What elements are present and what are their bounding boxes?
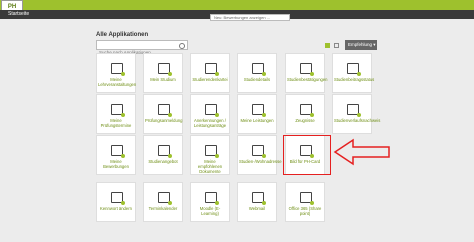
app-tile[interactable]: Mein Studium: [143, 53, 183, 93]
report-icon: [300, 104, 314, 117]
home-icon: [252, 145, 266, 158]
app-tile[interactable]: Meine Bewerbungen: [96, 135, 136, 175]
app-tile-label: Mein Studium: [150, 77, 176, 82]
id-card-icon: [205, 63, 219, 76]
moodle-icon: [205, 192, 219, 205]
app-tile[interactable]: Webmail: [237, 182, 277, 222]
desk-icon: [158, 63, 172, 76]
app-tile-label: Studienbeitragsstatus: [334, 77, 375, 82]
app-tile-label: Studienverlaufsnachweis: [334, 118, 381, 123]
easel-icon: [111, 63, 125, 76]
calendar-17-icon: [158, 192, 172, 205]
certificate-icon: [300, 63, 314, 76]
app-tile-label: Meine Lehrveranstaltungen: [98, 77, 137, 87]
search-field[interactable]: [96, 40, 188, 57]
app-tile-label: Studien-/Wohnadresse: [239, 159, 282, 164]
app-tile-label: Prüfungsanmeldung: [145, 118, 183, 123]
app-tile[interactable]: Kennwort ändern: [96, 182, 136, 222]
app-tile-label: Meine Bewerbungen: [103, 159, 129, 169]
app-tile-label: Terminkalender: [148, 206, 178, 211]
grades-icon: [252, 104, 266, 117]
mail-icon: [252, 192, 266, 205]
app-tile-label: Studienbestätigungen: [287, 77, 328, 82]
app-tile[interactable]: Meine Lehrveranstaltungen: [96, 53, 136, 93]
app-tile-label: Meine empfohlenen Dokumente: [197, 159, 223, 174]
app-tile-label: Kennwort ändern: [100, 206, 132, 211]
transcript-icon: [347, 104, 361, 117]
swap-icon: [205, 104, 219, 117]
app-tile-label: Studiendetails: [243, 77, 271, 82]
app-tile[interactable]: Prüfungsanmeldung: [143, 94, 183, 134]
app-tile-label: Office 365 (Share point): [288, 206, 322, 216]
app-tile[interactable]: Moodle (E-Learning): [190, 182, 230, 222]
office-icon: [300, 192, 314, 205]
app-tile[interactable]: Meine Leistungen: [237, 94, 277, 134]
catalog-icon: [158, 145, 172, 158]
page-title: Alle Applikationen: [96, 32, 149, 38]
search-icon[interactable]: [179, 43, 185, 49]
app-tile[interactable]: Studienangebot: [143, 135, 183, 175]
lock-icon: [111, 192, 125, 205]
documents-icon: [205, 145, 219, 158]
app-tile-label: Meine Prüfungstermine: [100, 118, 132, 128]
app-tile-label: Studienangebot: [148, 159, 178, 164]
highlight-box: [283, 135, 331, 175]
app-tile[interactable]: Studienbeitragsstatus: [332, 53, 375, 93]
app-tile[interactable]: Studienverlaufsnachweis: [332, 94, 381, 134]
app-tile[interactable]: Studiendetails: [237, 53, 277, 93]
app-tile[interactable]: Anerkennungen / Leistungsanträge: [190, 94, 230, 134]
exam-calendar-icon: [111, 104, 125, 117]
app-tile[interactable]: Office 365 (Share point): [285, 182, 325, 222]
app-tile-label: Zeugnisse: [295, 118, 315, 123]
app-tile[interactable]: Terminkalender: [143, 182, 183, 222]
sort-dropdown[interactable]: Empfehlung ▾: [345, 40, 377, 50]
app-tile[interactable]: Studien-/Wohnadresse: [237, 135, 282, 175]
app-tile-label: Webmail: [248, 206, 266, 211]
calendar-icon: [252, 63, 266, 76]
top-bar: [0, 0, 474, 10]
grid-view-icon[interactable]: [325, 43, 330, 48]
application-icon: [111, 145, 125, 158]
breadcrumb-home[interactable]: Startseite: [8, 10, 29, 19]
tooltip: Neu: Bewerbungen anzeigen ...: [210, 14, 290, 21]
document-plus-icon: [158, 104, 172, 117]
app-tile[interactable]: Zeugnisse: [285, 94, 325, 134]
payment-icon: [347, 63, 361, 76]
app-tile-label: Meine Leistungen: [240, 118, 274, 123]
app-tile-label: Anerkennungen / Leistungsanträge: [193, 118, 227, 128]
list-view-icon[interactable]: [334, 43, 339, 48]
arrow-annotation: [333, 138, 390, 166]
app-tile-label: Studierendenkartei: [192, 77, 228, 82]
app-tile[interactable]: Studienbestätigungen: [285, 53, 328, 93]
app-tile[interactable]: Meine Prüfungstermine: [96, 94, 136, 134]
app-tile[interactable]: Studierendenkartei: [190, 53, 230, 93]
app-tile[interactable]: Meine empfohlenen Dokumente: [190, 135, 230, 175]
app-tile-label: Moodle (E-Learning): [199, 206, 221, 216]
